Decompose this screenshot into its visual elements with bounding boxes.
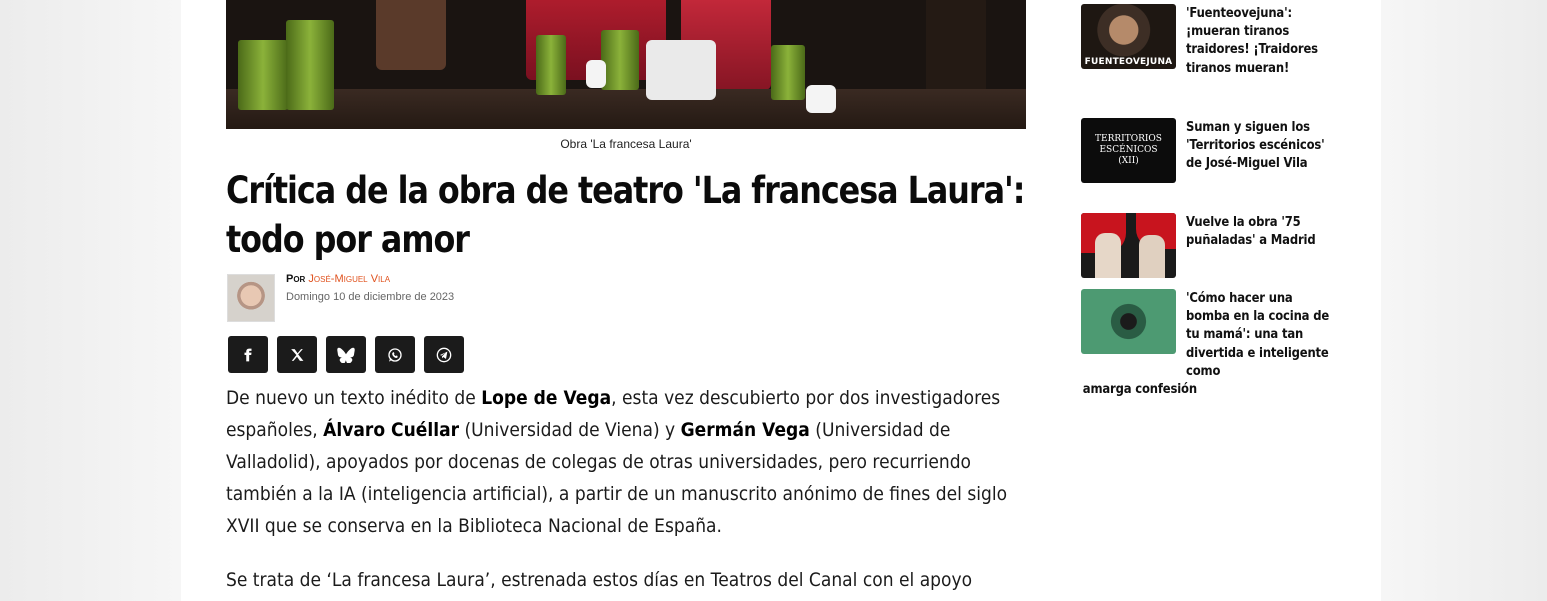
sidebar-thumbnail[interactable]	[1081, 289, 1176, 354]
thumbnail-label: TERRITORIOS ESCÉNICOS (XII)	[1095, 134, 1162, 166]
bold-name: Germán Vega	[680, 419, 810, 441]
sidebar-item-title[interactable]: 'Cómo hacer una bomba en la cocina de tu…	[1083, 289, 1334, 398]
author-link[interactable]: José-Miguel Vila	[308, 273, 390, 285]
hero-caption: Obra 'La francesa Laura'	[560, 137, 692, 151]
title-part: amarga confesión	[1082, 381, 1197, 398]
article-paragraph-2: Se trata de ‘La francesa Laura’, estrena…	[226, 569, 973, 591]
paragraph-text: De nuevo un texto inédito de	[226, 387, 482, 409]
sidebar-item-title[interactable]: Suman y siguen los 'Territorios escénico…	[1186, 118, 1337, 173]
share-telegram-button[interactable]	[424, 336, 464, 373]
sidebar-item-75-punaladas[interactable]: Vuelve la obra '75 puñaladas' a Madrid	[1081, 213, 1351, 283]
bold-name: Álvaro Cuéllar	[323, 419, 460, 441]
sidebar-item-title[interactable]: Vuelve la obra '75 puñaladas' a Madrid	[1186, 213, 1337, 249]
sidebar-item-territorios[interactable]: TERRITORIOS ESCÉNICOS (XII) Suman y sigu…	[1081, 118, 1351, 188]
bold-name: Lope de Vega	[481, 387, 612, 409]
sidebar-thumbnail[interactable]: FUENTEOVEJUNA	[1081, 4, 1176, 69]
share-bar	[228, 336, 464, 373]
article-paragraph-1: De nuevo un texto inédito de Lope de Veg…	[226, 382, 1009, 542]
byline: Por José-Miguel Vila	[286, 273, 390, 285]
sidebar-item-title-text: 'Cómo hacer una bomba en la cocina de tu…	[1083, 290, 1334, 398]
byline-prefix: Por	[286, 273, 306, 285]
share-bluesky-button[interactable]	[326, 336, 366, 373]
paragraph-text: (Universidad de Viena) y	[459, 419, 681, 441]
thumbnail-label: FUENTEOVEJUNA	[1084, 57, 1173, 67]
page: Obra 'La francesa Laura' Crítica de la o…	[181, 0, 1381, 601]
facebook-icon	[244, 348, 252, 361]
sidebar-item-fuenteovejuna[interactable]: FUENTEOVEJUNA 'Fuenteovejuna': ¡mueran t…	[1081, 4, 1351, 77]
title-part: 'Cómo hacer una bomba en la cocina de tu…	[1186, 290, 1330, 379]
sidebar-thumbnail[interactable]	[1081, 213, 1176, 278]
sidebar-item-title[interactable]: 'Fuenteovejuna': ¡mueran tiranos traidor…	[1186, 4, 1337, 77]
article-title: Crítica de la obra de teatro 'La frances…	[226, 169, 1025, 261]
author-avatar[interactable]	[227, 274, 275, 322]
whatsapp-icon	[388, 347, 402, 362]
x-icon	[291, 348, 304, 361]
hero-image	[226, 0, 1026, 129]
telegram-icon	[436, 347, 452, 362]
sidebar-item-bomba[interactable]: 'Cómo hacer una bomba en la cocina de tu…	[1081, 289, 1351, 397]
share-facebook-button[interactable]	[228, 336, 268, 373]
share-x-button[interactable]	[277, 336, 317, 373]
publish-date: Domingo 10 de diciembre de 2023	[286, 291, 455, 303]
share-whatsapp-button[interactable]	[375, 336, 415, 373]
sidebar-thumbnail[interactable]: TERRITORIOS ESCÉNICOS (XII)	[1081, 118, 1176, 183]
bluesky-icon	[337, 347, 355, 363]
